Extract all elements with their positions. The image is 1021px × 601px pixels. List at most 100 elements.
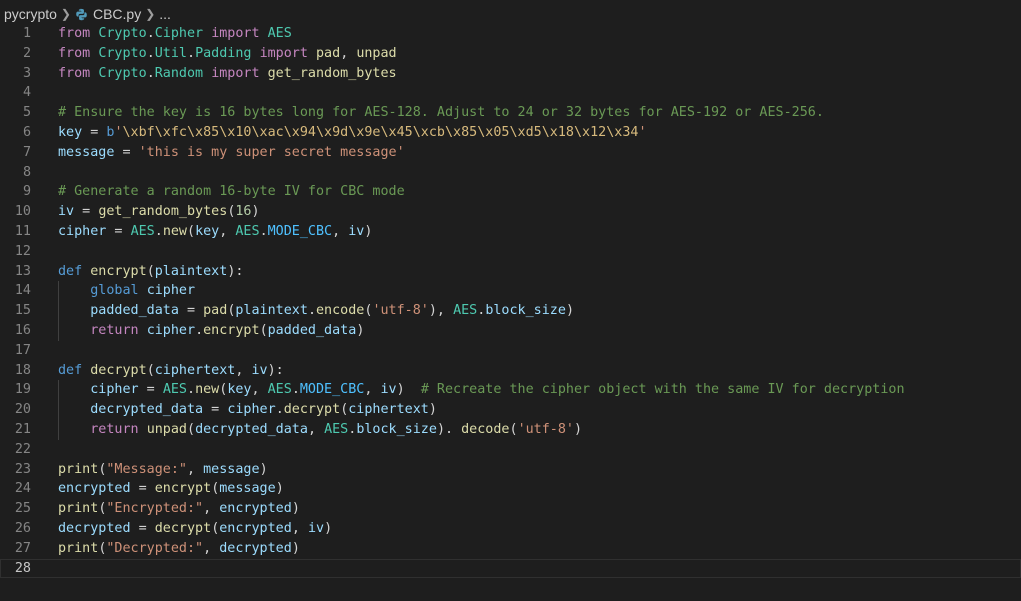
code-text: key = b'\xbf\xfc\x85\x10\xac\x94\x9d\x9e… [58, 123, 647, 143]
code-line[interactable]: 20 decrypted_data = cipher.decrypt(ciphe… [0, 400, 1021, 420]
line-number: 13 [14, 263, 31, 279]
code-token: Random [154, 65, 204, 81]
code-token: Padding [195, 45, 252, 61]
code-line[interactable]: 14 global cipher [0, 281, 1021, 302]
code-token: def [58, 362, 83, 378]
line-number: 1 [22, 26, 31, 41]
code-token: pad [203, 303, 228, 319]
line-number: 2 [22, 45, 31, 61]
breadcrumb-file[interactable]: CBC.py [93, 6, 141, 22]
code-line[interactable]: 10 iv = get_random_bytes(16) [0, 202, 1021, 222]
code-line[interactable]: 6 key = b'\xbf\xfc\x85\x10\xac\x94\x9d\x9… [0, 123, 1021, 143]
code-token: MODE_CBC [267, 223, 333, 239]
code-token: Cipher [154, 26, 204, 41]
code-text: print("Encrypted:", encrypted) [58, 499, 300, 519]
code-line[interactable]: 26 decrypted = decrypt(encrypted, iv) [0, 519, 1021, 539]
code-token: . [259, 223, 268, 239]
code-line[interactable]: 9 # Generate a random 16-byte IV for CBC … [0, 182, 1021, 202]
code-line[interactable]: 19 cipher = AES.new(key, AES.MODE_CBC, i… [0, 380, 1021, 401]
code-line[interactable]: 3 from Crypto.Random import get_random_by… [0, 64, 1021, 84]
code-token: encrypt [203, 322, 260, 338]
code-line[interactable]: 11 cipher = AES.new(key, AES.MODE_CBC, iv… [0, 222, 1021, 242]
code-text: return cipher.encrypt(padded_data) [58, 321, 364, 341]
code-token: plaintext [154, 263, 228, 279]
code-token: ) [396, 382, 421, 398]
code-token: iv [380, 382, 397, 398]
code-token: iv [251, 362, 268, 378]
code-line[interactable]: 12 [0, 242, 1021, 262]
code-token: Crypto [98, 45, 147, 61]
code-line[interactable]: 16 return cipher.encrypt(padded_data) [0, 320, 1021, 341]
line-number: 16 [14, 322, 31, 338]
code-token: unpad [146, 421, 187, 437]
code-token: = [138, 382, 163, 398]
code-line[interactable]: 22 [0, 440, 1021, 460]
code-token: 16 [235, 204, 252, 220]
code-token: ciphertext [348, 402, 429, 418]
breadcrumb-folder[interactable]: pycrypto [4, 6, 57, 22]
code-line[interactable]: 23 print("Message:", message) [0, 460, 1021, 480]
code-token: , [203, 501, 220, 517]
code-token: ( [187, 223, 196, 239]
chevron-right-icon: ❯ [145, 7, 156, 21]
code-token: block_size [485, 303, 566, 319]
code-token: encrypted [58, 481, 131, 497]
code-token: ) [324, 520, 333, 536]
code-token: . [307, 303, 316, 319]
code-text: # Ensure the key is 16 bytes long for AE… [58, 103, 824, 123]
code-editor[interactable]: pycrypto ❯ CBC.py ❯ ... 1 from Crypto.Cip… [0, 0, 1021, 601]
code-token: decrypted_data [90, 402, 204, 418]
code-token: AES [130, 223, 155, 239]
code-text: decrypted_data = cipher.decrypt(cipherte… [58, 400, 437, 420]
code-line[interactable]: 15 padded_data = pad(plaintext.encode('u… [0, 301, 1021, 321]
code-line[interactable]: 7 message = 'this is my super secret mess… [0, 143, 1021, 163]
code-token: from [58, 45, 91, 61]
code-token: get_random_bytes [98, 204, 228, 220]
code-token: ) [428, 402, 437, 418]
code-token: plaintext [235, 303, 308, 319]
code-token: , [291, 520, 308, 536]
code-line[interactable]: 27 print("Decrypted:", decrypted) [0, 539, 1021, 559]
code-line[interactable]: 21 return unpad(decrypted_data, AES.bloc… [0, 419, 1021, 440]
code-text: decrypted = decrypt(encrypted, iv) [58, 519, 332, 539]
code-line[interactable]: 1 from Crypto.Cipher import AES [0, 24, 1021, 44]
code-token: new [195, 382, 220, 398]
line-number: 5 [22, 105, 31, 121]
code-token: iv [307, 520, 325, 536]
code-token: = [130, 481, 155, 497]
code-token: return [90, 421, 139, 437]
code-text: print("Decrypted:", decrypted) [58, 539, 300, 559]
code-token: Crypto [98, 65, 147, 81]
code-text: from Crypto.Util.Padding import pad, unp… [58, 44, 397, 64]
code-line[interactable]: 5 # Ensure the key is 16 bytes long for A… [0, 103, 1021, 123]
code-line[interactable]: 24 encrypted = encrypt(message) [0, 479, 1021, 499]
code-token: encrypt [154, 481, 212, 497]
code-line[interactable]: 13 def encrypt(plaintext): [0, 262, 1021, 282]
code-token: ( [187, 421, 196, 437]
code-line[interactable]: 8 [0, 163, 1021, 183]
code-token: cipher [227, 402, 276, 418]
code-token: . [291, 382, 300, 398]
code-token: = [82, 124, 107, 140]
code-token: ( [509, 421, 518, 437]
code-line[interactable]: 17 [0, 341, 1021, 361]
code-line[interactable]: 4 [0, 83, 1021, 103]
code-token: = [114, 144, 139, 160]
code-area[interactable]: 1 from Crypto.Cipher import AES 2 from Cryp… [0, 24, 1021, 601]
code-line[interactable]: 25 print("Encrypted:", encrypted) [0, 499, 1021, 519]
code-line[interactable]: 18 def decrypt(ciphertext, iv): [0, 361, 1021, 381]
code-line[interactable]: 2 from Crypto.Util.Padding import pad, un… [0, 44, 1021, 64]
line-number: 10 [14, 204, 31, 220]
breadcrumb-symbols[interactable]: ... [159, 6, 171, 22]
code-token: \xbf\xfc\x85\x10\xac\x94\x9d\x9e\x45\xcb… [122, 124, 639, 140]
code-text: print("Message:", message) [58, 460, 268, 480]
code-token: = [74, 204, 99, 220]
code-token: from [58, 26, 91, 41]
code-token: ) [291, 501, 300, 517]
code-line[interactable]: 28 [0, 558, 1021, 579]
code-token: Util [154, 45, 187, 61]
